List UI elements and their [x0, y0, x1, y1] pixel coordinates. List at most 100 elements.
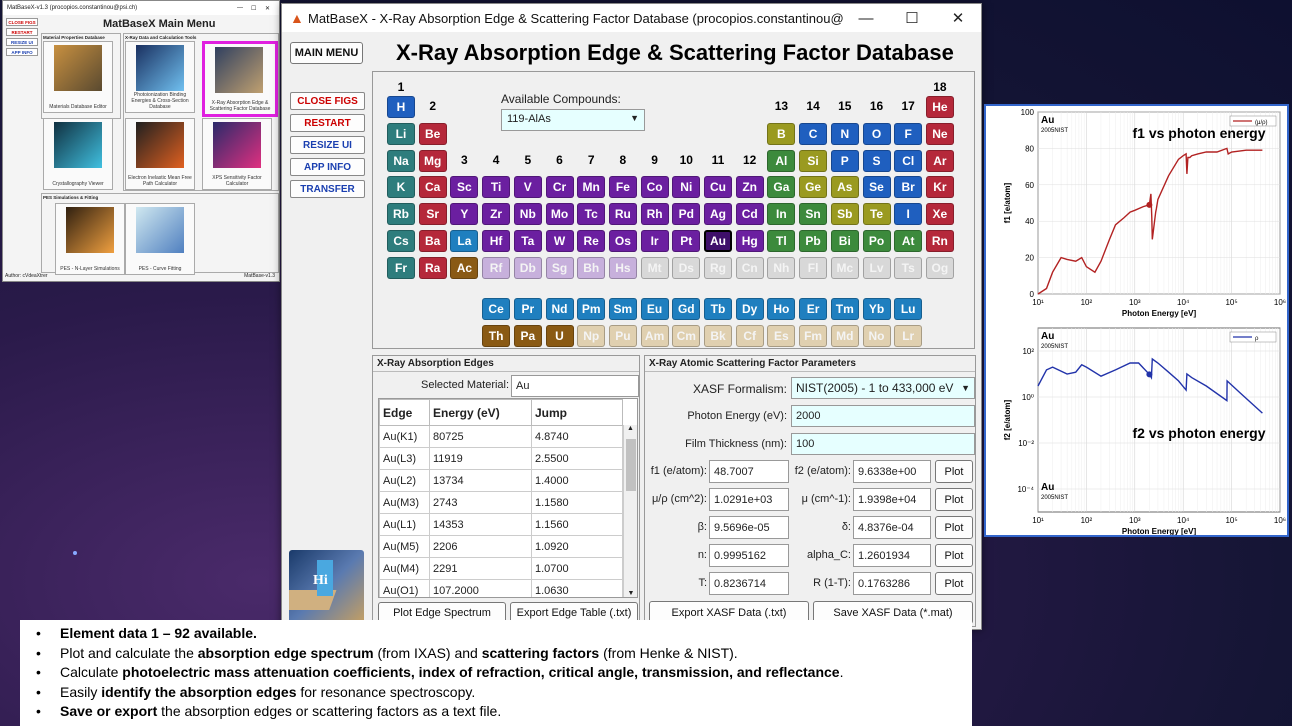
element-cu[interactable]: Cu: [704, 176, 732, 199]
tool-tile[interactable]: PES - Curve Fitting: [125, 203, 195, 275]
element-se[interactable]: Se: [862, 176, 891, 199]
element-te[interactable]: Te: [862, 203, 891, 226]
element-mt[interactable]: Mt: [640, 256, 669, 279]
param-value[interactable]: 0.1763286: [853, 572, 931, 595]
element-bh[interactable]: Bh: [577, 256, 606, 279]
element-xe[interactable]: Xe: [925, 203, 954, 226]
element-md[interactable]: Md: [830, 324, 859, 347]
element-ge[interactable]: Ge: [799, 176, 828, 199]
element-ti[interactable]: Ti: [482, 176, 511, 199]
element-ga[interactable]: Ga: [767, 176, 796, 199]
tool-tile[interactable]: Electron Inelastic Mean Free Path Calcul…: [125, 118, 195, 190]
tool-tile[interactable]: Photoionization Binding Energies & Cross…: [125, 41, 195, 113]
element-fm[interactable]: Fm: [799, 324, 828, 347]
element-rg[interactable]: Rg: [704, 256, 732, 279]
element-ts[interactable]: Ts: [894, 256, 923, 279]
element-tl[interactable]: Tl: [767, 230, 796, 252]
element-os[interactable]: Os: [608, 230, 637, 252]
element-pm[interactable]: Pm: [577, 297, 606, 320]
element-c[interactable]: C: [799, 122, 828, 145]
element-pu[interactable]: Pu: [608, 324, 637, 347]
element-ru[interactable]: Ru: [608, 203, 637, 226]
maximize-icon[interactable]: ☐: [251, 5, 265, 12]
element-er[interactable]: Er: [799, 297, 828, 320]
element-cm[interactable]: Cm: [672, 324, 701, 347]
element-dy[interactable]: Dy: [735, 297, 764, 320]
table-row[interactable]: Au(M4) 2291 1.0700: [379, 557, 623, 580]
mini-side-button[interactable]: APP INFO: [6, 48, 38, 56]
element-b[interactable]: B: [767, 122, 796, 145]
element-au[interactable]: Au: [704, 230, 732, 252]
element-na[interactable]: Na: [387, 149, 415, 172]
element-nd[interactable]: Nd: [545, 297, 574, 320]
element-mn[interactable]: Mn: [577, 176, 606, 199]
element-co[interactable]: Co: [640, 176, 669, 199]
table-scrollbar[interactable]: ▲ ▼: [623, 425, 637, 597]
compound-select[interactable]: 119-AlAs ▼: [501, 109, 645, 131]
tool-tile[interactable]: Crystallography Viewer: [43, 118, 113, 190]
element-s[interactable]: S: [862, 149, 891, 172]
element-mg[interactable]: Mg: [418, 149, 447, 172]
selected-material-field[interactable]: Au: [511, 375, 639, 397]
element-br[interactable]: Br: [894, 176, 923, 199]
element-sg[interactable]: Sg: [545, 256, 574, 279]
element-k[interactable]: K: [387, 176, 415, 199]
element-y[interactable]: Y: [450, 203, 479, 226]
element-re[interactable]: Re: [577, 230, 606, 252]
table-row[interactable]: Au(M3) 2743 1.1580: [379, 491, 623, 514]
element-ce[interactable]: Ce: [482, 297, 511, 320]
col-jump[interactable]: Jump: [531, 399, 623, 426]
element-w[interactable]: W: [545, 230, 574, 252]
element-ba[interactable]: Ba: [418, 230, 447, 252]
photon-energy-input[interactable]: 2000: [791, 405, 975, 427]
element-ar[interactable]: Ar: [925, 149, 954, 172]
element-hg[interactable]: Hg: [735, 230, 764, 252]
element-pb[interactable]: Pb: [799, 230, 828, 252]
element-li[interactable]: Li: [387, 122, 415, 145]
col-energy[interactable]: Energy (eV): [429, 399, 532, 426]
param-value[interactable]: 1.2601934: [853, 544, 931, 567]
param-value[interactable]: 4.8376e-04: [853, 516, 931, 539]
table-row[interactable]: Au(K1) 80725 4.8740: [379, 425, 623, 448]
element-sr[interactable]: Sr: [418, 203, 447, 226]
element-sn[interactable]: Sn: [799, 203, 828, 226]
element-gd[interactable]: Gd: [672, 297, 701, 320]
element-o[interactable]: O: [862, 122, 891, 145]
element-cs[interactable]: Cs: [387, 230, 415, 252]
element-ds[interactable]: Ds: [672, 256, 701, 279]
element-sm[interactable]: Sm: [608, 297, 637, 320]
element-lr[interactable]: Lr: [894, 324, 923, 347]
element-cn[interactable]: Cn: [735, 256, 764, 279]
scroll-thumb[interactable]: [626, 439, 636, 491]
element-pr[interactable]: Pr: [513, 297, 542, 320]
mini-side-button[interactable]: RESTART: [6, 28, 38, 36]
element-ir[interactable]: Ir: [640, 230, 669, 252]
element-i[interactable]: I: [894, 203, 923, 226]
table-row[interactable]: Au(L1) 14353 1.1560: [379, 513, 623, 536]
element-no[interactable]: No: [862, 324, 891, 347]
element-mc[interactable]: Mc: [830, 256, 859, 279]
element-rb[interactable]: Rb: [387, 203, 415, 226]
side-button-resize-ui[interactable]: RESIZE UI: [290, 136, 365, 154]
element-cd[interactable]: Cd: [735, 203, 764, 226]
element-ag[interactable]: Ag: [704, 203, 732, 226]
element-lu[interactable]: Lu: [894, 297, 923, 320]
scroll-up-icon[interactable]: ▲: [624, 425, 637, 432]
close-icon[interactable]: ✕: [935, 4, 981, 32]
element-es[interactable]: Es: [767, 324, 796, 347]
element-ho[interactable]: Ho: [767, 297, 796, 320]
element-lv[interactable]: Lv: [862, 256, 891, 279]
table-row[interactable]: Au(L3) 11919 2.5500: [379, 447, 623, 470]
element-zr[interactable]: Zr: [482, 203, 511, 226]
tool-tile[interactable]: PES - N-Layer Simulations: [55, 203, 125, 275]
minimize-icon[interactable]: —: [843, 4, 889, 32]
param-value[interactable]: 48.7007: [709, 460, 789, 483]
element-ne[interactable]: Ne: [925, 122, 954, 145]
element-fe[interactable]: Fe: [608, 176, 637, 199]
element-at[interactable]: At: [894, 230, 923, 252]
element-al[interactable]: Al: [767, 149, 796, 172]
table-row[interactable]: Au(L2) 13734 1.4000: [379, 469, 623, 492]
element-h[interactable]: H: [387, 96, 415, 118]
tool-tile[interactable]: Materials Database Editor: [43, 41, 113, 113]
film-thickness-input[interactable]: 100: [791, 433, 975, 455]
